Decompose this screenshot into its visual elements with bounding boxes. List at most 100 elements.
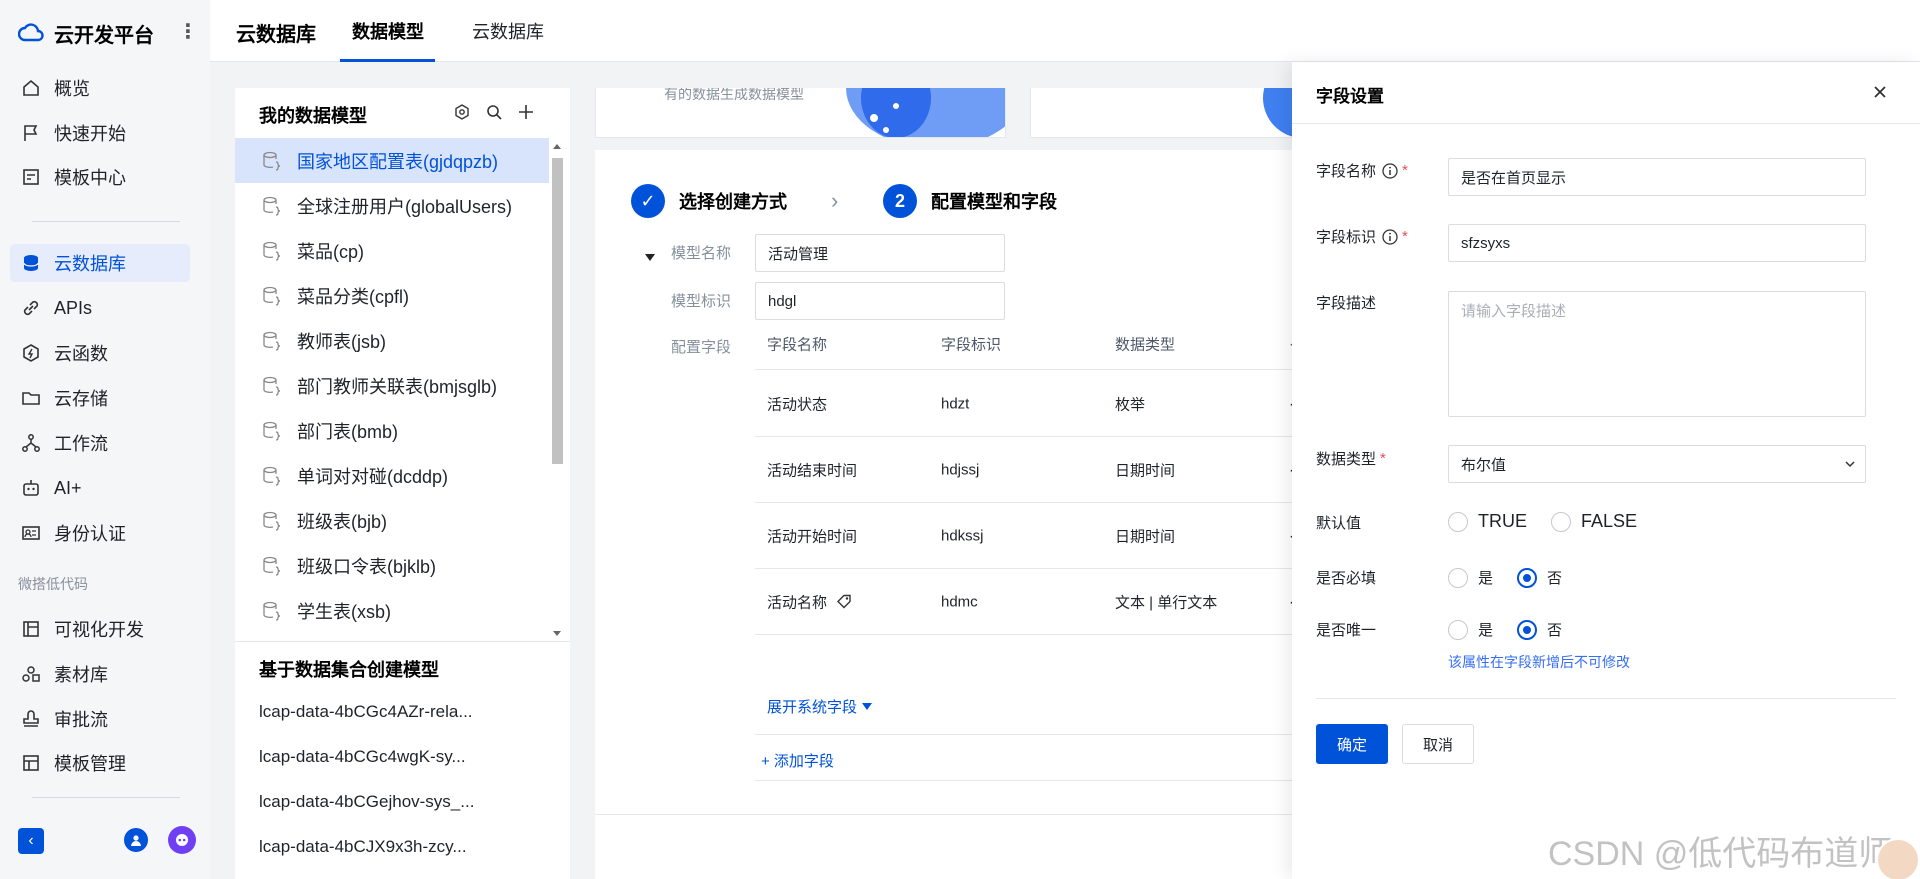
tag-icon <box>837 594 851 609</box>
model-item[interactable]: 全球注册用户(globalUsers) <box>235 183 549 228</box>
nav-item-cloud-storage[interactable]: 云存储 <box>10 379 190 417</box>
link-icon <box>20 297 42 319</box>
dataset-item[interactable]: lcap-data-4bCGejhov-sys_... <box>259 792 549 812</box>
nav-item-cloud-database[interactable]: 云数据库 <box>10 244 190 282</box>
model-label: 单词对对碰(dcddp) <box>297 466 449 487</box>
step-2: 2 配置模型和字段 <box>883 184 1057 218</box>
radio-label: TRUE <box>1478 511 1527 531</box>
model-item[interactable]: 菜品分类(cpfl) <box>235 273 549 318</box>
confirm-button[interactable]: 确定 <box>1316 724 1388 764</box>
field-name-label: 字段名称 * <box>1316 160 1408 181</box>
radio-unique-yes[interactable]: 是 <box>1448 619 1493 640</box>
dataset-section-title: 基于数据集合创建模型 <box>259 660 439 680</box>
required-asterisk: * <box>1402 162 1408 179</box>
model-item[interactable]: 班级表(bjb) <box>235 498 549 543</box>
radio-required-no[interactable]: 否 <box>1517 567 1562 588</box>
field-type-cell: 日期时间 <box>1115 462 1176 479</box>
model-label: 菜品(cp) <box>297 241 364 262</box>
expand-system-fields-link[interactable]: 展开系统字段 <box>767 696 873 717</box>
data-model-icon <box>259 509 285 533</box>
field-id-cell: hdkssj <box>941 527 984 544</box>
brand[interactable]: 云开发平台 <box>18 18 154 48</box>
collapse-sidebar-button[interactable]: ‹ <box>18 828 44 854</box>
nav-item-ai[interactable]: AI+ <box>10 469 190 507</box>
radio-true[interactable]: TRUE <box>1448 511 1527 532</box>
dataset-item[interactable]: lcap-data-4bCJX9x3h-zcy... <box>259 837 549 857</box>
scroll-up-icon[interactable] <box>553 144 561 149</box>
data-model-icon <box>259 554 285 578</box>
required-label: 是否必填 <box>1316 567 1376 588</box>
illustration-icon <box>846 88 1005 137</box>
dataset-item[interactable]: lcap-data-4bCGc4AZr-rela... <box>259 702 549 722</box>
avatar[interactable] <box>1876 838 1920 879</box>
info-icon[interactable] <box>1382 228 1398 245</box>
creation-option-card[interactable]: 有的数据生成数据模型 <box>595 88 1006 138</box>
nav-item-overview[interactable]: 概览 <box>10 69 190 107</box>
field-name-input[interactable]: 是否在首页显示 <box>1448 158 1866 196</box>
nav-label: 云存储 <box>54 389 108 409</box>
radio-required-yes[interactable]: 是 <box>1448 567 1493 588</box>
nav-item-cloud-function[interactable]: 云函数 <box>10 334 190 372</box>
cancel-button[interactable]: 取消 <box>1402 724 1474 764</box>
template-manage-icon <box>20 752 42 774</box>
model-name-input[interactable]: 活动管理 <box>755 234 1005 272</box>
model-item[interactable]: 教师表(jsb) <box>235 318 549 363</box>
model-item[interactable]: 部门表(bmb) <box>235 408 549 453</box>
assistant-icon[interactable] <box>168 826 196 854</box>
nav-item-assets[interactable]: 素材库 <box>10 655 190 693</box>
nav-item-template-center[interactable]: 模板中心 <box>10 158 190 196</box>
scroll-thumb[interactable] <box>552 158 563 464</box>
nav-label: AI+ <box>54 477 82 498</box>
info-icon[interactable] <box>1382 162 1398 179</box>
required-asterisk: * <box>1380 450 1386 467</box>
default-value-radio-group: TRUE FALSE <box>1448 511 1661 532</box>
close-icon[interactable] <box>1870 82 1890 102</box>
nav-item-visual-dev[interactable]: 可视化开发 <box>10 610 190 648</box>
tab-cloud-database[interactable]: 云数据库 <box>472 18 544 44</box>
nav-label: 模板管理 <box>54 754 126 774</box>
field-id-input[interactable]: sfzsyxs <box>1448 224 1866 262</box>
user-icon[interactable] <box>124 828 148 852</box>
radio-label: 否 <box>1547 622 1563 639</box>
robot-icon <box>20 477 42 499</box>
model-label: 班级表(bjb) <box>297 511 388 532</box>
nav-item-workflow[interactable]: 工作流 <box>10 424 190 462</box>
model-item[interactable]: 班级口令表(bjklb) <box>235 543 549 588</box>
add-field-link[interactable]: + 添加字段 <box>761 750 834 771</box>
flag-icon <box>20 122 42 144</box>
radio-unique-no[interactable]: 否 <box>1517 619 1562 640</box>
model-item[interactable]: 单词对对碰(dcddp) <box>235 453 549 498</box>
tab-data-model[interactable]: 数据模型 <box>352 18 424 44</box>
nav-item-apis[interactable]: APIs <box>10 289 190 327</box>
divider <box>1316 698 1896 699</box>
field-type-cell: 日期时间 <box>1115 528 1176 545</box>
settings-icon[interactable] <box>453 102 471 122</box>
model-item[interactable]: 部门教师关联表(bmjsglb) <box>235 363 549 408</box>
model-item[interactable]: 菜品(cp) <box>235 228 549 273</box>
radio-false[interactable]: FALSE <box>1551 511 1637 532</box>
creation-option-card[interactable] <box>1030 88 1300 138</box>
collapse-triangle-icon[interactable] <box>645 254 655 261</box>
model-item[interactable]: 学生表(xsb) <box>235 588 549 633</box>
more-icon[interactable]: ⋮ <box>178 20 198 44</box>
field-type-cell: 文本 | 单行文本 <box>1115 594 1218 611</box>
label-text: 字段描述 <box>1316 295 1377 312</box>
dataset-item[interactable]: lcap-data-4bCGc4wgK-sy... <box>259 747 549 767</box>
nav-item-approval[interactable]: 审批流 <box>10 700 190 738</box>
scroll-down-icon[interactable] <box>553 631 561 636</box>
data-type-select[interactable]: 布尔值 <box>1448 445 1866 483</box>
add-icon[interactable] <box>517 102 535 122</box>
label-text: 数据类型 <box>1316 451 1377 468</box>
nav-item-template-manage[interactable]: 模板管理 <box>10 744 190 782</box>
model-list-scrollbar[interactable] <box>549 140 565 640</box>
nav-label: 工作流 <box>54 434 108 454</box>
chevron-down-icon <box>1845 461 1855 468</box>
field-name-cell: 活动结束时间 <box>767 462 858 479</box>
field-desc-textarea[interactable]: 请输入字段描述 <box>1448 291 1866 417</box>
search-icon[interactable] <box>485 102 503 122</box>
nav-item-auth[interactable]: 身份认证 <box>10 514 190 552</box>
drawer-title: 字段设置 <box>1316 87 1384 106</box>
model-item[interactable]: 国家地区配置表(gjdqpzb) <box>235 138 549 183</box>
nav-item-quickstart[interactable]: 快速开始 <box>10 114 190 152</box>
model-id-input[interactable]: hdgl <box>755 282 1005 320</box>
